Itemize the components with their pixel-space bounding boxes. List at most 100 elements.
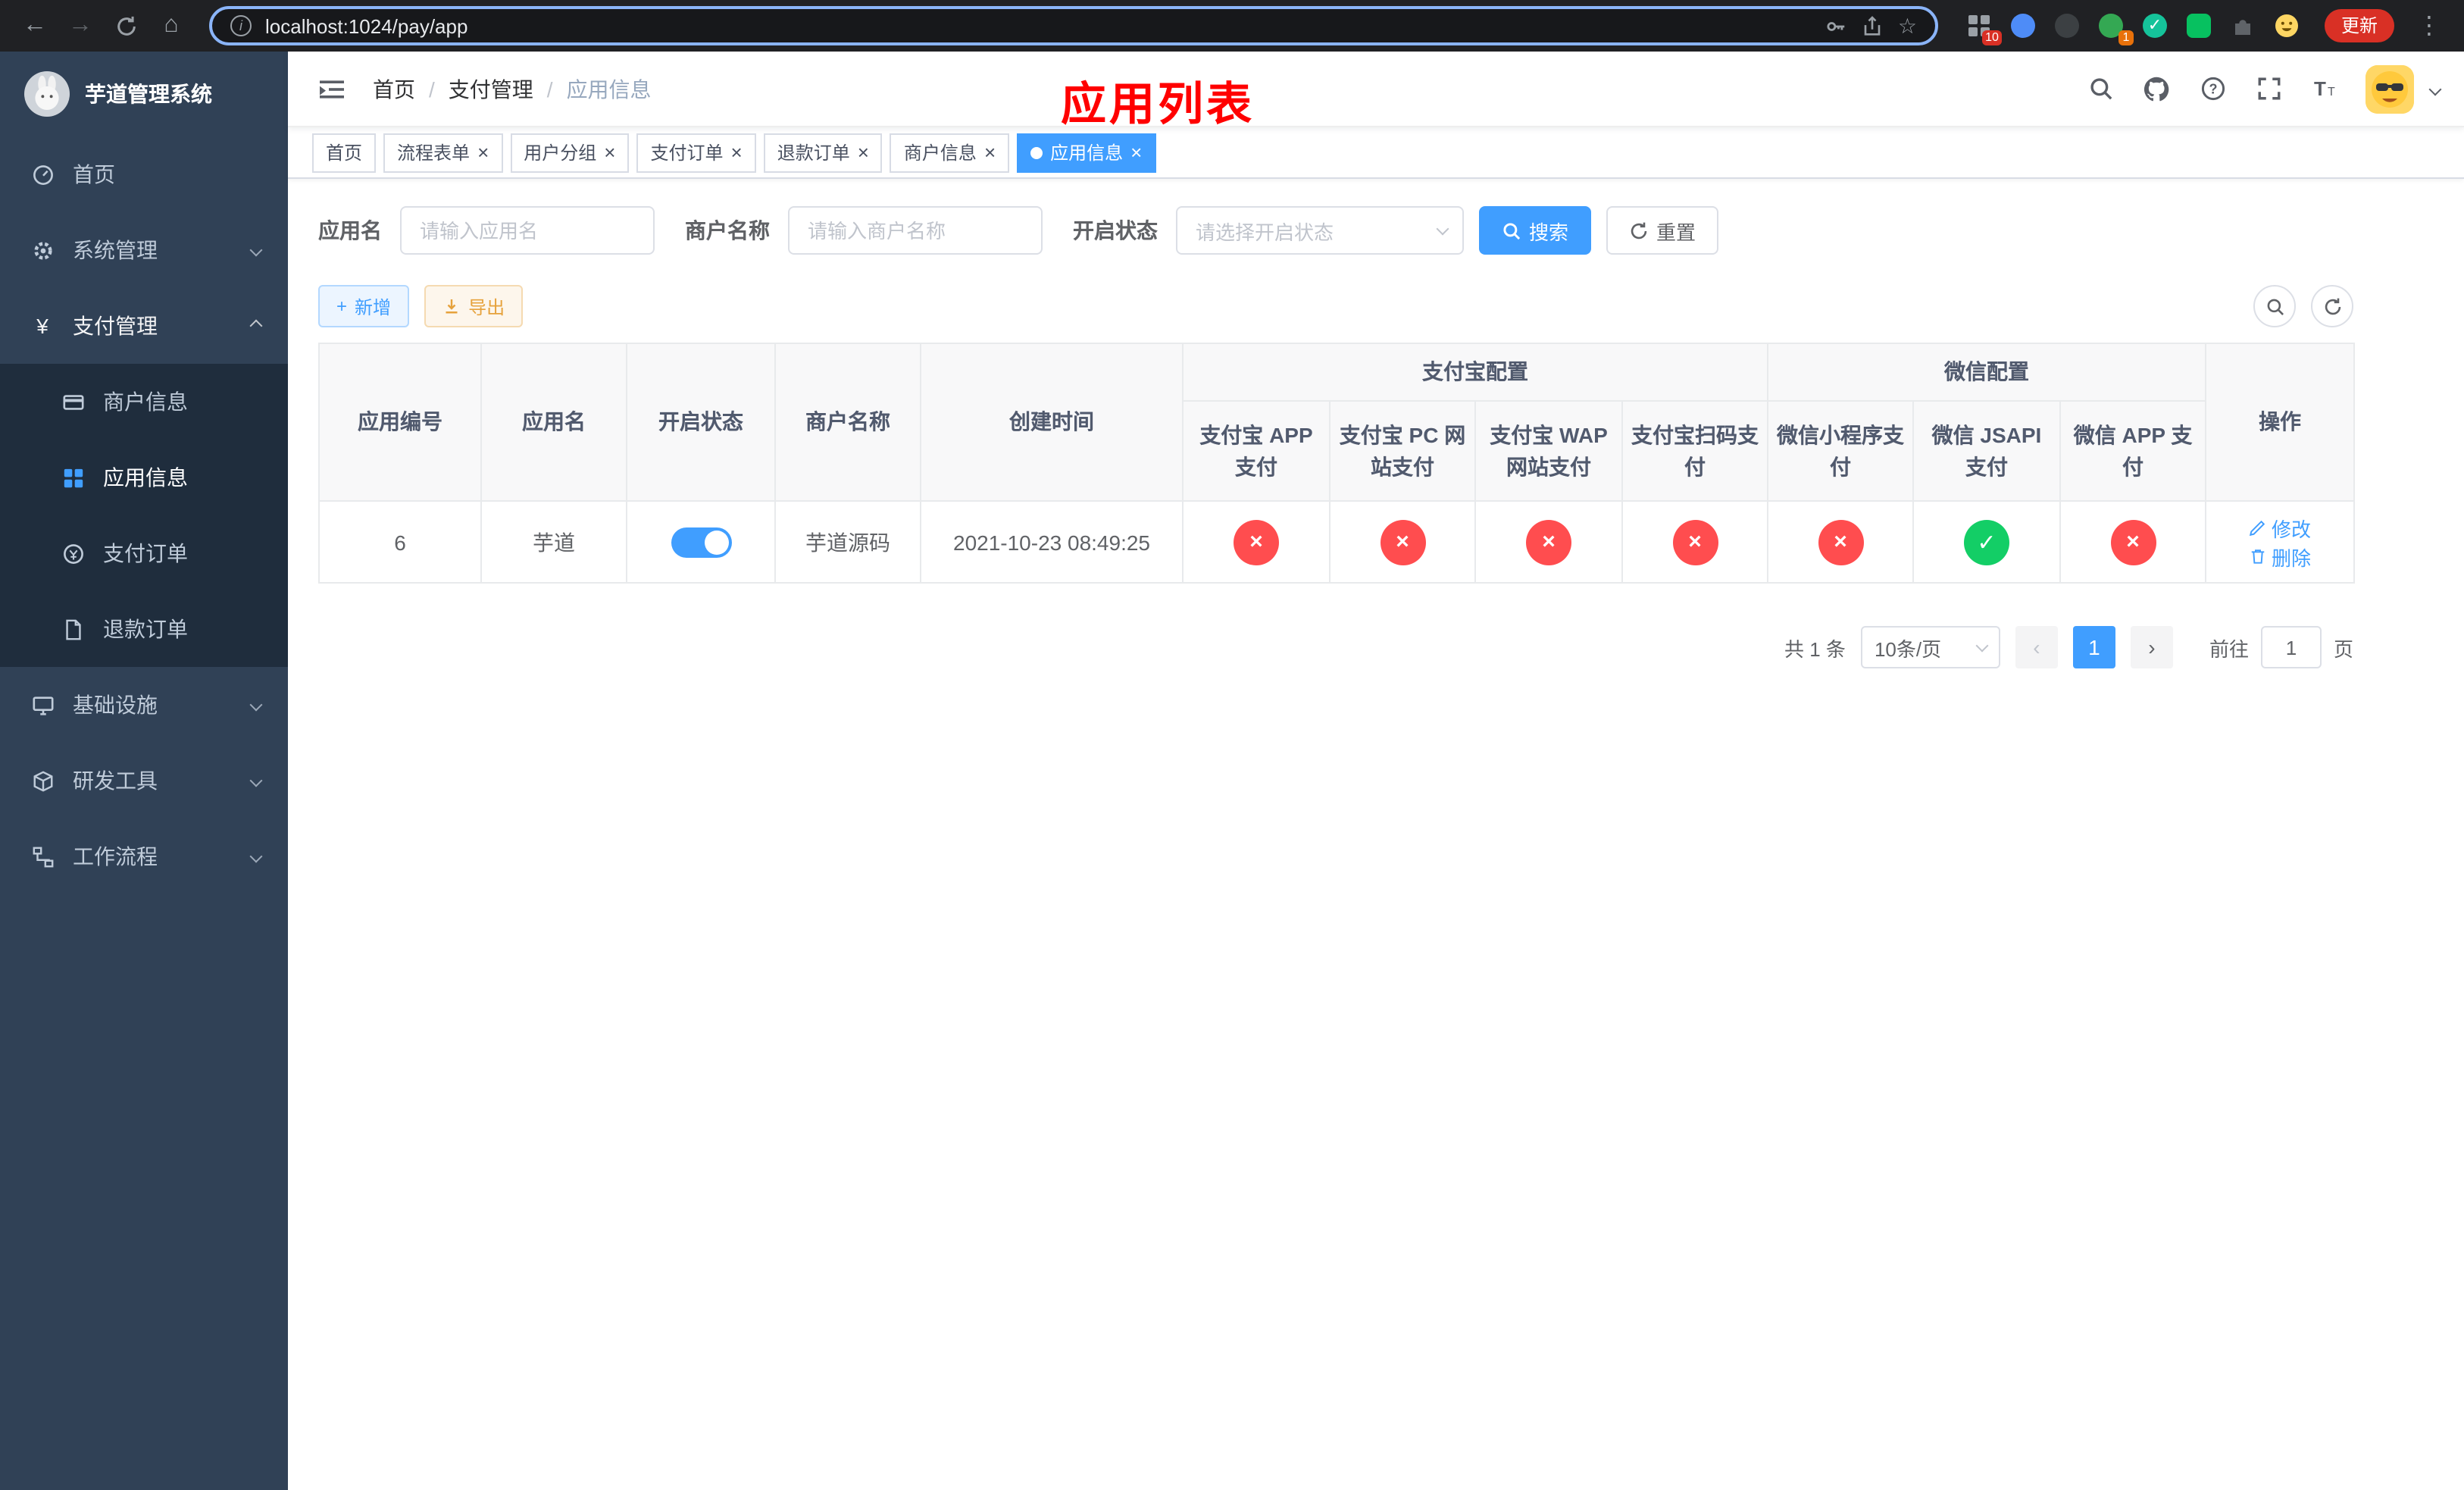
sidebar-item-refund-orders[interactable]: 退款订单 [0,591,288,667]
breadcrumb-payment[interactable]: 支付管理 [449,74,533,104]
col-status: 开启状态 [626,343,776,502]
fullscreen-icon[interactable] [2253,74,2284,104]
close-icon[interactable]: × [477,142,489,162]
tab-merchant-info[interactable]: 商户信息 × [890,133,1010,172]
close-icon[interactable]: × [604,142,615,162]
main-area: 首页 / 支付管理 / 应用信息 ? T T 首页 流程表单 × 用户分组 × … [288,52,2464,1490]
breadcrumb-home[interactable]: 首页 [373,74,415,104]
chevron-up-icon [249,319,263,333]
back-icon[interactable]: ← [15,6,55,45]
goto-page-input[interactable] [2260,626,2322,668]
channel-status-icon: ✓ [1964,519,2009,565]
site-info-icon[interactable]: i [230,15,252,36]
status-switch[interactable] [671,527,731,557]
sidebar-item-home[interactable]: 首页 [0,136,288,212]
app-title: 芋道管理系统 [85,82,212,106]
app-name-input[interactable] [400,206,655,255]
toggle-search-button[interactable] [2253,285,2296,327]
extension-badge: 1 [2118,30,2134,45]
reload-icon[interactable] [106,6,145,45]
sidebar-item-system[interactable]: 系统管理 [0,212,288,288]
bookmark-star-icon[interactable]: ☆ [1898,13,1917,39]
extension-chat-icon[interactable] [2185,12,2212,39]
sidebar-item-infrastructure[interactable]: 基础设施 [0,667,288,743]
channel-status-icon: × [1818,519,1863,565]
next-page-button[interactable]: › [2130,626,2173,668]
tab-user-group[interactable]: 用户分组 × [510,133,630,172]
extension-puzzle-icon[interactable] [2229,12,2256,39]
sidebar-item-app-info[interactable]: 应用信息 [0,440,288,515]
sidebar-item-label: 工作流程 [73,844,158,869]
sidebar-toggle-icon[interactable] [318,75,346,102]
top-navbar: 首页 / 支付管理 / 应用信息 ? T T [288,52,2464,127]
tab-pay-orders[interactable]: 支付订单 × [636,133,756,172]
prev-page-button[interactable]: ‹ [2015,626,2058,668]
yen-icon: ¥ [36,314,48,338]
tab-label: 流程表单 [397,142,471,164]
delete-button[interactable]: 删除 [2249,542,2311,571]
sidebar-item-merchant-info[interactable]: 商户信息 [0,364,288,440]
sidebar: 芋道管理系统 首页 系统管理 ¥ 支付管理 商户信息 应用信息 支付订单 退款订… [0,52,288,1490]
sidebar-item-pay-orders[interactable]: 支付订单 [0,515,288,591]
forward-icon[interactable]: → [61,6,100,45]
font-size-icon[interactable]: TT [2309,74,2340,104]
chevron-down-icon [1436,221,1449,235]
sidebar-item-label: 研发工具 [73,768,158,793]
extension-blue-icon[interactable] [2009,12,2037,39]
cell-wechat-jsapi: ✓ [1912,500,2061,584]
export-button-label: 导出 [468,296,505,318]
col-created: 创建时间 [920,343,1184,502]
extension-dark-icon[interactable] [2053,12,2081,39]
extension-grid-icon[interactable]: 10 [1965,12,2002,45]
tab-home[interactable]: 首页 [312,133,377,172]
active-dot [1030,146,1043,158]
github-icon[interactable] [2141,74,2172,104]
close-icon[interactable]: × [731,142,743,162]
sidebar-item-devtools[interactable]: 研发工具 [0,743,288,819]
tab-refund-orders[interactable]: 退款订单 × [763,133,883,172]
credit-card-icon [61,390,85,414]
reset-button[interactable]: 重置 [1606,206,1719,255]
col-app-name: 应用名 [480,343,627,502]
help-icon[interactable]: ? [2197,74,2228,104]
add-button-label: 新增 [355,296,392,318]
status-select[interactable]: 请选择开启状态 [1176,206,1464,255]
sidebar-item-payment[interactable]: ¥ 支付管理 [0,288,288,364]
sidebar-item-workflow[interactable]: 工作流程 [0,819,288,894]
close-icon[interactable]: × [984,142,996,162]
tab-app-info[interactable]: 应用信息 × [1017,133,1156,172]
cell-status [626,500,776,584]
close-icon[interactable]: × [1130,142,1142,162]
search-icon[interactable] [2085,74,2115,104]
merchant-name-input[interactable] [788,206,1043,255]
sidebar-item-label: 退款订单 [103,617,188,641]
share-icon[interactable] [1862,14,1884,37]
add-button[interactable]: + 新增 [318,285,410,327]
caret-down-icon[interactable] [2428,82,2442,95]
export-button[interactable]: 导出 [424,285,524,327]
user-avatar[interactable] [2366,64,2414,113]
browser-update-button[interactable]: 更新 [2324,9,2394,42]
search-button[interactable]: 搜索 [1479,206,1592,255]
refresh-table-button[interactable] [2311,285,2353,327]
password-key-icon[interactable] [1825,14,1848,37]
search-button-label: 搜索 [1529,221,1569,243]
url-text: localhost:1024/pay/app [265,14,468,37]
browser-menu-icon[interactable]: ⋮ [2409,6,2449,45]
col-alipay-wap: 支付宝 WAP 网站支付 [1474,400,1623,502]
page-1-button[interactable]: 1 [2072,626,2115,668]
home-icon[interactable]: ⌂ [152,6,191,45]
extension-check-icon[interactable]: ✓ [2141,12,2169,39]
close-icon[interactable]: × [858,142,869,162]
edit-button[interactable]: 修改 [2249,513,2311,542]
extensions-area: 10 1 ✓ [1965,12,2300,45]
extension-emoji-icon[interactable] [2273,12,2300,39]
merchant-name-label: 商户名称 [685,218,770,243]
chevron-down-icon [1975,638,1989,652]
extension-translate-icon[interactable]: 1 [2097,12,2134,45]
app-logo-row: 芋道管理系统 [0,52,288,136]
tab-process-form[interactable]: 流程表单 × [383,133,503,172]
goto-group: 前往 页 [2209,626,2353,668]
url-bar[interactable]: i localhost:1024/pay/app ☆ [209,6,1938,45]
page-size-select[interactable]: 10条/页 [1860,626,2000,668]
